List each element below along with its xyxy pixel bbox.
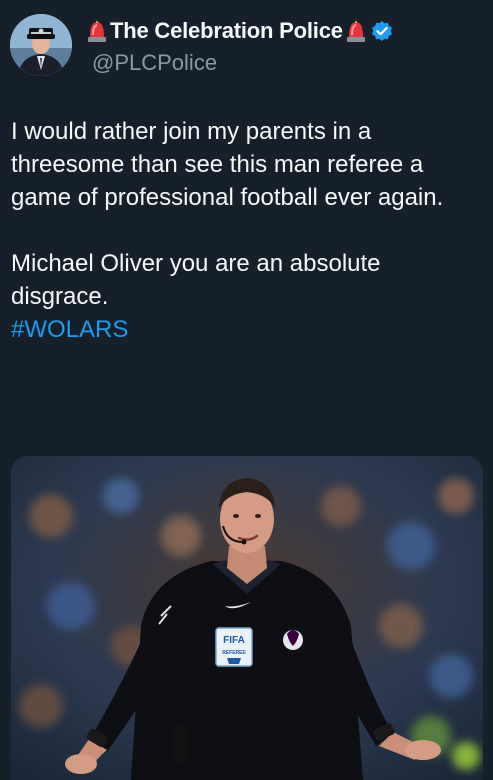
name-row[interactable]: The Celebration Police (86, 16, 393, 46)
hashtag-link[interactable]: #WOLARS (11, 313, 483, 346)
tweet-paragraph: Michael Oliver you are an absolute disgr… (11, 250, 381, 310)
fifa-badge-text: FIFA (223, 635, 245, 646)
tweet-paragraph: I would rather join my parents in a thre… (11, 118, 444, 211)
verified-badge-icon (371, 20, 393, 42)
referee-badge-text: REFEREE (222, 650, 246, 656)
display-name[interactable]: The Celebration Police (110, 18, 343, 44)
premier-league-logo-icon (283, 630, 303, 650)
police-light-icon (345, 19, 367, 43)
tweet-media-image[interactable]: FIFA REFEREE (11, 456, 483, 780)
avatar[interactable] (10, 14, 72, 76)
user-handle[interactable]: @PLCPolice (92, 50, 217, 76)
tweet-header: The Celebration Police @PLCPolice (10, 14, 483, 78)
tweet-text: I would rather join my parents in a thre… (11, 115, 483, 346)
police-light-icon (86, 19, 108, 43)
